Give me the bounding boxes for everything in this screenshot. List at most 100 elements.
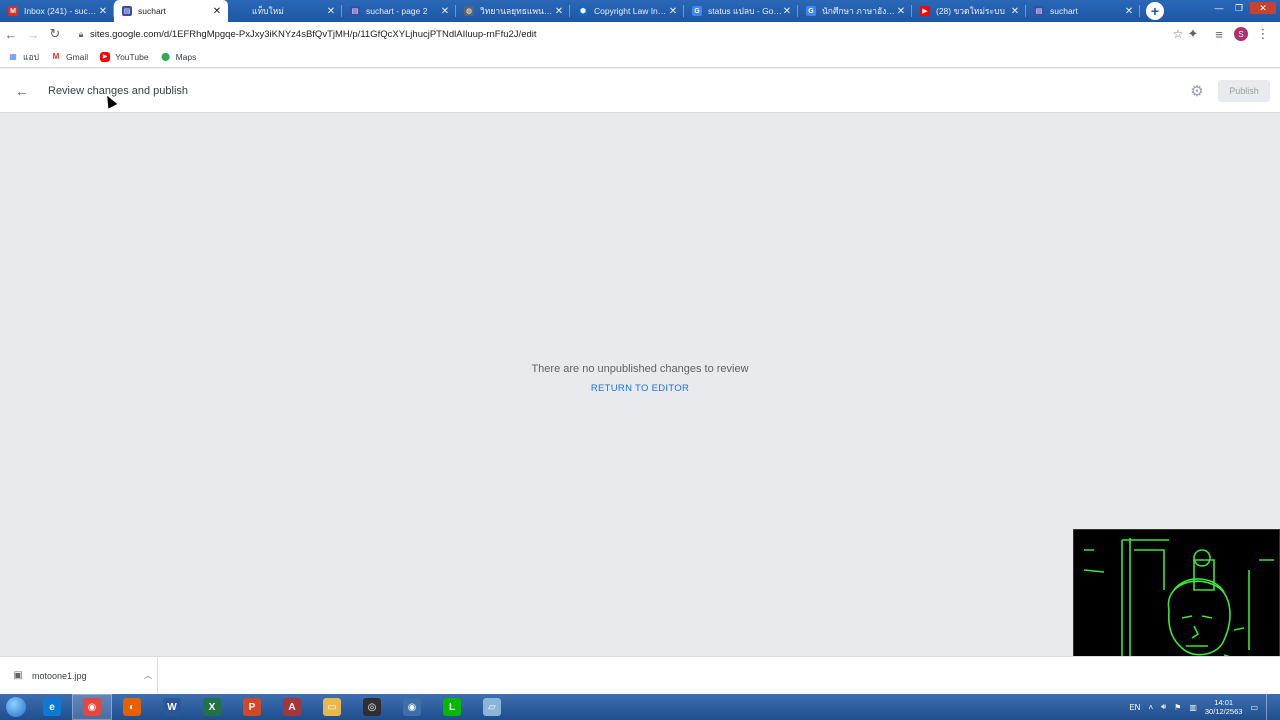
forward-arrow-icon[interactable]: → <box>22 23 44 45</box>
bookmark-apps[interactable]: ▦ แอป <box>8 50 39 64</box>
address-bar-url[interactable]: sites.google.com/d/1EFRhgMpgqe-PxJxy3iKN… <box>90 29 1168 40</box>
close-tab-icon[interactable]: ✕ <box>326 6 336 17</box>
tab-title: status แปลบ - Googl <box>708 6 782 16</box>
browser-tab[interactable]: ▤ suchart ✕ <box>114 0 228 22</box>
excel-icon: X <box>203 698 221 716</box>
taskbar-app-camera[interactable]: ◉ <box>392 694 432 720</box>
taskbar-app-word[interactable]: W <box>152 694 192 720</box>
reading-list-icon[interactable]: ≡ <box>1208 23 1230 45</box>
windows-logo-icon <box>6 697 26 717</box>
address-bar[interactable]: 🔒︎ sites.google.com/d/1EFRhgMpgqe-PxJxy3… <box>72 23 1188 45</box>
language-indicator[interactable]: EN <box>1129 703 1140 712</box>
google-icon: G <box>806 6 816 16</box>
extensions-puzzle-icon[interactable]: ✦ <box>1182 23 1204 45</box>
empty-state-message: There are no unpublished changes to revi… <box>531 363 749 375</box>
browser-tab[interactable]: แท็บใหม่ ✕ <box>228 0 342 22</box>
blank-favicon-icon <box>236 6 246 16</box>
taskbar-app-chrome[interactable]: ◉ <box>72 694 112 720</box>
windows-taskbar: e ◉ ◐ W X P A ▭ ◎ ◉ L ▱ EN ˄ 🔊︎ ⚑ ▥ 14:01 30/12/256… <box>0 694 1280 720</box>
close-tab-icon[interactable]: ✕ <box>1010 6 1020 17</box>
close-tab-icon[interactable]: ✕ <box>212 6 222 17</box>
gmail-icon: M <box>52 52 60 61</box>
chevron-up-icon[interactable]: ˄ <box>1148 703 1153 712</box>
tab-title: suchart <box>138 6 166 16</box>
browser-tab-strip: M Inbox (241) - suchar ✕ ▤ suchart ✕ แท็บใหม่ ✕… <box>0 0 1280 22</box>
system-clock[interactable]: 14:01 30/12/2563 <box>1205 698 1243 716</box>
tab-title: Inbox (241) - suchar <box>24 6 98 16</box>
gear-icon[interactable]: ⚙ <box>1188 82 1206 100</box>
browser-tab[interactable]: ▶ (28) ขวดใหม่ระบบ ✕ <box>912 0 1026 22</box>
close-window-icon[interactable]: ✕ <box>1250 2 1276 14</box>
taskbar-app-edge[interactable]: e <box>32 694 72 720</box>
tab-title: Copyright Law In 20 <box>594 6 668 16</box>
apps-grid-icon: ▦ <box>9 52 17 61</box>
chrome-icon: ◉ <box>83 698 101 716</box>
browser-tab[interactable]: ▤ suchart - page 2 ✕ <box>342 0 456 22</box>
taskbar-app-access[interactable]: A <box>272 694 312 720</box>
taskbar-app-explorer[interactable]: ▭ <box>312 694 352 720</box>
chevron-up-icon[interactable]: ︿ <box>139 670 157 681</box>
taskbar-app-excel[interactable]: X <box>192 694 232 720</box>
close-tab-icon[interactable]: ✕ <box>782 6 792 17</box>
system-tray: EN ˄ 🔊︎ ⚑ ▥ 14:01 30/12/2563 ▭ <box>1129 694 1280 720</box>
notepad-icon: ▱ <box>483 698 501 716</box>
close-tab-icon[interactable]: ✕ <box>896 6 906 17</box>
network-icon[interactable]: ▥ <box>1189 703 1197 712</box>
globe-icon: ◍ <box>464 6 474 16</box>
tab-title: วิทยานลยุทธแพนดาวาน <box>480 6 554 16</box>
line-icon: L <box>443 698 461 716</box>
browser-tab[interactable]: ▤ suchart ✕ <box>1026 0 1140 22</box>
gmail-icon: M <box>8 6 18 16</box>
start-button[interactable] <box>0 694 32 720</box>
new-tab-button[interactable]: + <box>1146 2 1164 20</box>
download-item[interactable]: ▣ motoone1.jpg ︿ <box>0 656 158 695</box>
tab-title: แท็บใหม่ <box>252 6 284 16</box>
back-arrow-icon[interactable]: ← <box>0 23 22 45</box>
flag-icon[interactable]: ⚑ <box>1174 703 1181 712</box>
browser-tab[interactable]: ⬢ Copyright Law In 20 ✕ <box>570 0 684 22</box>
browser-menu-icon[interactable]: ⋮ <box>1252 23 1274 45</box>
profile-avatar[interactable]: S <box>1234 27 1248 41</box>
return-to-editor-link[interactable]: RETURN TO EDITOR <box>0 383 1280 394</box>
bookmark-gmail[interactable]: M Gmail <box>51 52 89 62</box>
download-shelf: ▣ motoone1.jpg ︿ <box>0 656 1280 695</box>
tab-title: นักศึกษา ภาษาอังกฤษ <box>822 6 896 16</box>
close-tab-icon[interactable]: ✕ <box>98 6 108 17</box>
bookmark-youtube[interactable]: ▶ YouTube <box>100 51 149 62</box>
shield-icon: ⬢ <box>578 6 588 16</box>
word-icon: W <box>163 698 181 716</box>
firefox-icon: ◐ <box>123 698 141 716</box>
taskbar-app-notepad[interactable]: ▱ <box>472 694 512 720</box>
tab-title: suchart - page 2 <box>366 6 428 16</box>
taskbar-app-powerpoint[interactable]: P <box>232 694 272 720</box>
maximize-icon[interactable]: ❐ <box>1230 2 1248 14</box>
maps-pin-icon: ⬤ <box>161 52 171 61</box>
back-arrow-icon[interactable]: ← <box>12 83 32 99</box>
show-desktop-button[interactable] <box>1266 694 1274 720</box>
notification-icon[interactable]: ▭ <box>1250 703 1258 712</box>
bookmark-maps[interactable]: ⬤ Maps <box>161 52 196 62</box>
camera-icon: ◉ <box>403 698 421 716</box>
google-icon: G <box>692 6 702 16</box>
access-icon: A <box>283 698 301 716</box>
taskbar-app-firefox[interactable]: ◐ <box>112 694 152 720</box>
app-header: ← Review changes and publish ⚙ Publish <box>0 69 1280 113</box>
browser-tab[interactable]: G นักศึกษา ภาษาอังกฤษ ✕ <box>798 0 912 22</box>
browser-tab[interactable]: M Inbox (241) - suchar ✕ <box>0 0 114 22</box>
taskbar-app-line[interactable]: L <box>432 694 472 720</box>
close-tab-icon[interactable]: ✕ <box>668 6 678 17</box>
browser-tab[interactable]: Gstatus แปลบ - Googl ✕ <box>684 0 798 22</box>
obs-icon: ◎ <box>363 698 381 716</box>
publish-button[interactable]: Publish <box>1218 80 1270 102</box>
bookmarks-bar: ▦ แอป M Gmail ▶ YouTube ⬤ Maps <box>0 46 1280 68</box>
browser-tab[interactable]: ◍ วิทยานลยุทธแพนดาวาน✕ <box>456 0 570 22</box>
close-tab-icon[interactable]: ✕ <box>440 6 450 17</box>
close-tab-icon[interactable]: ✕ <box>1124 6 1134 17</box>
close-tab-icon[interactable]: ✕ <box>554 6 564 17</box>
tab-title: suchart <box>1050 6 1078 16</box>
minimize-icon[interactable]: — <box>1210 2 1228 14</box>
volume-icon[interactable]: 🔊︎ <box>1161 702 1166 712</box>
sites-icon: ▤ <box>350 6 360 16</box>
taskbar-app-obs[interactable]: ◎ <box>352 694 392 720</box>
reload-icon[interactable]: ↻ <box>44 23 66 45</box>
